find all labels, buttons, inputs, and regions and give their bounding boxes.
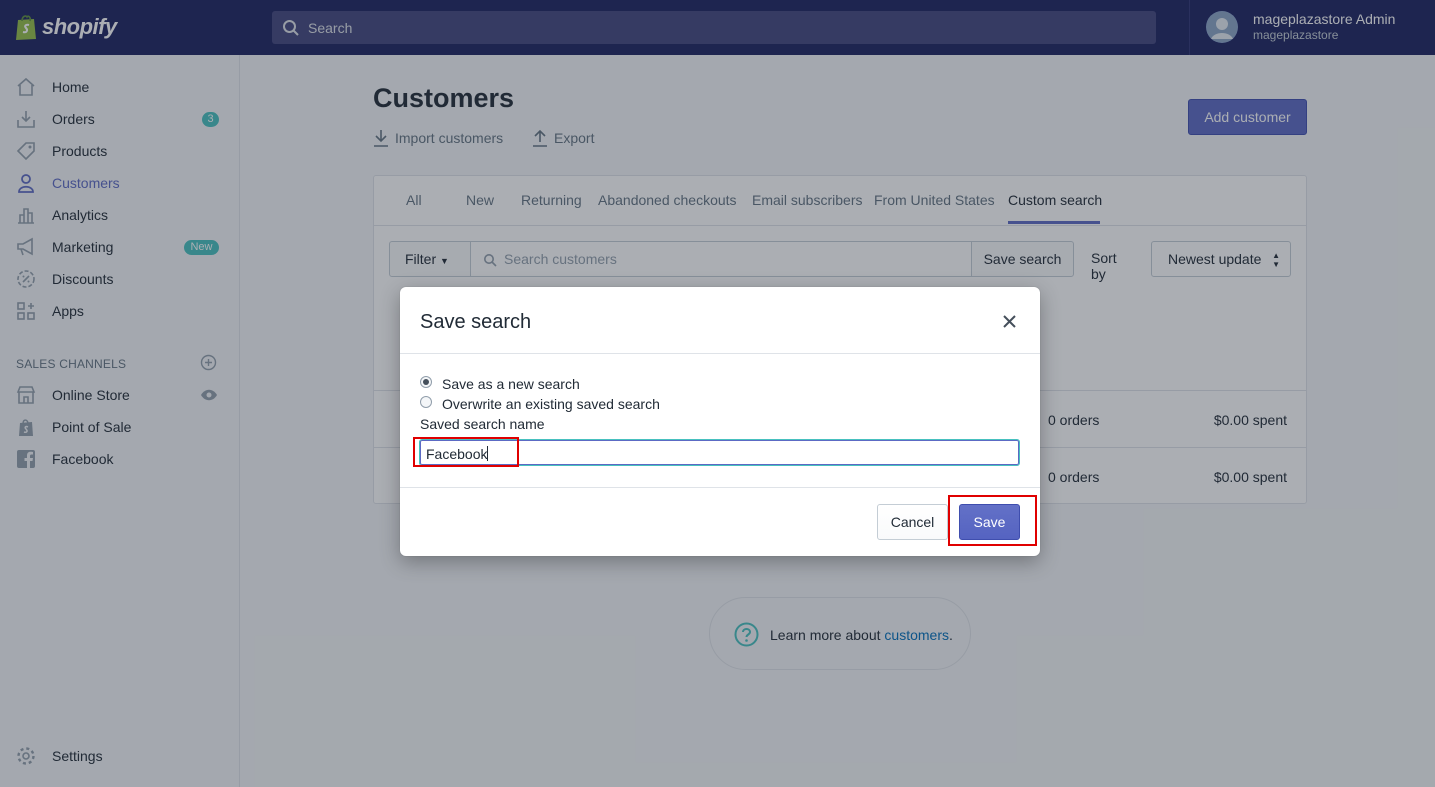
- close-icon[interactable]: [1000, 312, 1019, 331]
- modal-footer-divider: [400, 487, 1040, 488]
- modal-header: Save search: [400, 287, 1040, 354]
- save-search-modal: Save search Save as a new search Overwri…: [400, 287, 1040, 556]
- modal-title: Save search: [420, 311, 532, 333]
- radio-save-new-label[interactable]: Save as a new search: [442, 376, 580, 392]
- highlight-box-name-field: [413, 437, 519, 467]
- cancel-button[interactable]: Cancel: [877, 504, 948, 540]
- highlight-box-save-button: [948, 495, 1037, 546]
- radio-overwrite-label[interactable]: Overwrite an existing saved search: [442, 396, 660, 412]
- radio-save-new[interactable]: [420, 376, 432, 388]
- saved-search-name-label: Saved search name: [420, 416, 545, 432]
- radio-overwrite[interactable]: [420, 396, 432, 408]
